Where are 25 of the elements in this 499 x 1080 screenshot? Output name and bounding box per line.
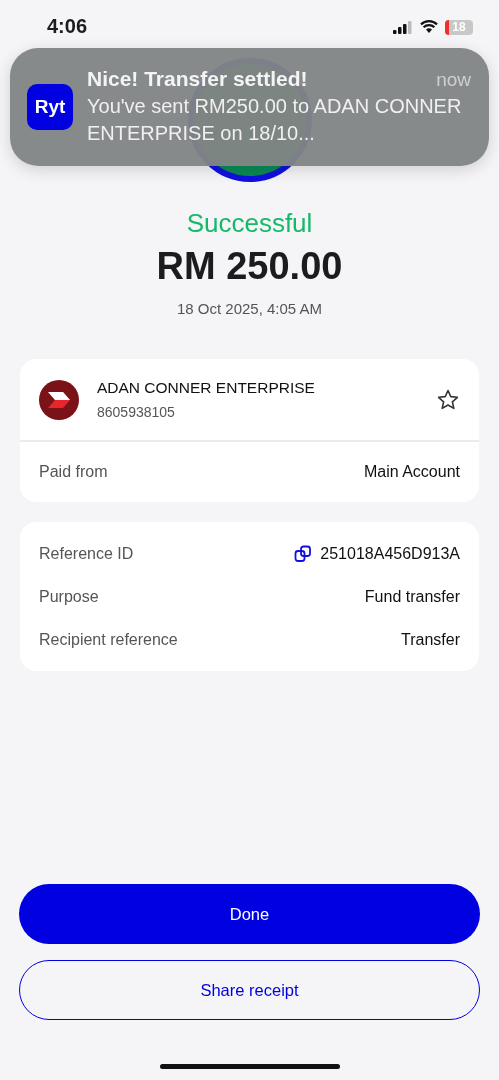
recipient-name: ADAN CONNER ENTERPRISE [97,379,316,397]
notification-message: You've sent RM250.00 to ADAN CONNER ENTERPRISE on 18/10... [87,94,463,146]
detail-value: Main Account [363,463,460,481]
notification-banner[interactable]: Ryt Nice! Transfer settled! now You've sent RM250.00 to ADAN CONNER ENTERPRISE on 18/10... [10,48,489,166]
wifi-icon [420,20,438,34]
account-number: 8605938105 [97,404,176,420]
detail-label: Reference ID [39,544,134,563]
detail-label: Recipient reference [39,630,178,649]
bank-logo-icon [39,379,79,420]
notification-title: Nice! Transfer settled! [87,67,308,91]
favourite-star-icon[interactable] [436,387,460,412]
status-time: 4:06 [47,14,88,38]
detail-value: 251018A456D913A [320,544,460,563]
done-button[interactable]: Done [19,884,480,944]
amount: RM 250.00 [156,245,343,288]
notification-time: now [436,69,471,91]
detail-value: Fund transfer [364,587,460,606]
status-text: Successful [186,208,313,239]
app-icon: Ryt [27,84,73,130]
transaction-date: 18 Oct 2025, 4:05 AM [176,300,323,317]
detail-label: Purpose [39,587,99,606]
detail-value: Transfer [401,630,460,649]
signal-icon [393,20,413,34]
copy-icon[interactable] [294,544,313,563]
detail-label: Paid from [39,463,108,481]
